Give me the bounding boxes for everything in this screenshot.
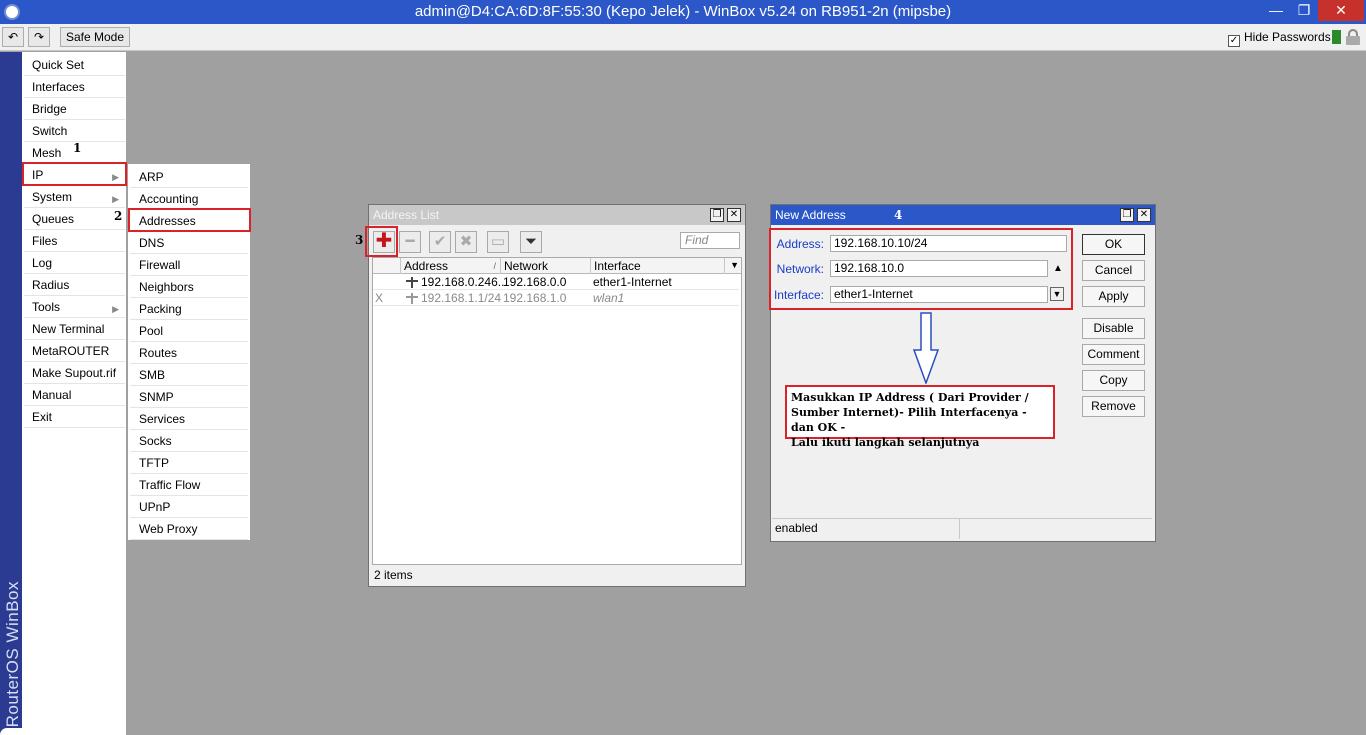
submenu-item-accounting[interactable]: Accounting — [130, 188, 248, 210]
filter-icon[interactable]: ⏷ — [520, 231, 542, 253]
address-list-title: Address List — [369, 205, 745, 225]
address-list-status: 2 items — [374, 568, 413, 582]
restore-icon[interactable]: ❐ — [710, 208, 724, 222]
step-4-label: 4 — [894, 208, 903, 222]
minimize-button[interactable]: — — [1262, 0, 1290, 21]
comment-button[interactable]: Comment — [1082, 344, 1145, 365]
step-2-label: 2 — [114, 209, 123, 223]
ok-button[interactable]: OK — [1082, 234, 1145, 255]
close-icon[interactable]: ✕ — [727, 208, 741, 222]
maximize-button[interactable]: ❐ — [1290, 0, 1318, 21]
submenu-item-dns[interactable]: DNS — [130, 232, 248, 254]
hide-passwords-toggle[interactable]: ✓ Hide Passwords — [1228, 30, 1331, 47]
main-toolbar: ↶ ↷ Safe Mode ✓ Hide Passwords — [0, 24, 1366, 51]
submenu-item-traffic-flow[interactable]: Traffic Flow — [130, 474, 248, 496]
menu-item-manual[interactable]: Manual — [24, 384, 125, 406]
step-1-label: 1 — [73, 141, 82, 155]
brand-strip: RouterOS WinBox — [0, 52, 22, 735]
submenu-item-addresses[interactable]: Addresses — [128, 208, 251, 232]
ip-submenu: ARP Accounting Addresses DNS Firewall Ne… — [127, 163, 251, 541]
address-table: Address / Network Interface ▼ 192.168.0.2… — [372, 257, 742, 565]
table-row[interactable]: X 192.168.1.1/24 192.168.1.0 wlan1 — [373, 291, 739, 306]
hide-passwords-checkbox[interactable]: ✓ — [1228, 35, 1240, 47]
menu-item-exit[interactable]: Exit — [24, 406, 125, 428]
menu-item-interfaces[interactable]: Interfaces — [24, 76, 125, 98]
menu-item-queues[interactable]: Queues — [24, 208, 125, 230]
table-header: Address / Network Interface ▼ — [373, 258, 741, 274]
menu-item-metarouter[interactable]: MetaROUTER — [24, 340, 125, 362]
window-titlebar: admin@D4:CA:6D:8F:55:30 (Kepo Jelek) - W… — [0, 0, 1366, 24]
submenu-item-snmp[interactable]: SNMP — [130, 386, 248, 408]
close-button[interactable]: ✕ — [1318, 0, 1364, 21]
menu-item-switch[interactable]: Switch — [24, 120, 125, 142]
table-row[interactable]: 192.168.0.246... 192.168.0.0 ether1-Inte… — [373, 275, 739, 290]
restore-icon[interactable]: ❐ — [1120, 208, 1134, 222]
menu-item-ip[interactable]: IP ▶ — [22, 162, 127, 186]
submenu-item-arp[interactable]: ARP — [130, 166, 248, 188]
dynamic-address-icon — [406, 277, 418, 288]
corner-decoration — [0, 728, 40, 735]
submenu-item-neighbors[interactable]: Neighbors — [130, 276, 248, 298]
menu-item-tools[interactable]: Tools ▶ — [24, 296, 125, 318]
form-highlight — [769, 228, 1073, 310]
apply-button[interactable]: Apply — [1082, 286, 1145, 307]
menu-item-system[interactable]: System ▶ — [24, 186, 125, 208]
submenu-arrow-icon: ▶ — [112, 194, 119, 204]
add-button-highlight — [365, 226, 398, 257]
new-address-title: New Address — [771, 205, 1155, 225]
submenu-item-services[interactable]: Services — [130, 408, 248, 430]
remove-icon[interactable]: ━ — [399, 231, 421, 253]
menu-item-radius[interactable]: Radius — [24, 274, 125, 296]
submenu-item-upnp[interactable]: UPnP — [130, 496, 248, 518]
submenu-item-tftp[interactable]: TFTP — [130, 452, 248, 474]
cancel-button[interactable]: Cancel — [1082, 260, 1145, 281]
disable-button[interactable]: Disable — [1082, 318, 1145, 339]
menu-item-files[interactable]: Files — [24, 230, 125, 252]
hide-passwords-label: Hide Passwords — [1244, 30, 1331, 44]
menu-item-quick-set[interactable]: Quick Set — [24, 54, 125, 76]
menu-item-make-supout[interactable]: Make Supout.rif — [24, 362, 125, 384]
column-network[interactable]: Network — [501, 258, 591, 274]
undo-button[interactable]: ↶ — [2, 27, 24, 47]
comment-icon[interactable]: ▭ — [487, 231, 509, 253]
step-3-label: 3 — [355, 233, 364, 247]
submenu-item-pool[interactable]: Pool — [130, 320, 248, 342]
column-interface[interactable]: Interface — [591, 258, 725, 274]
column-address[interactable]: Address / — [401, 258, 501, 274]
brand-text: RouterOS WinBox — [3, 580, 22, 727]
submenu-item-routes[interactable]: Routes — [130, 342, 248, 364]
submenu-item-firewall[interactable]: Firewall — [130, 254, 248, 276]
redo-button[interactable]: ↷ — [28, 27, 50, 47]
window-title: admin@D4:CA:6D:8F:55:30 (Kepo Jelek) - W… — [414, 3, 952, 20]
lock-icon — [1346, 29, 1360, 45]
submenu-item-smb[interactable]: SMB — [130, 364, 248, 386]
menu-item-log[interactable]: Log — [24, 252, 125, 274]
submenu-item-web-proxy[interactable]: Web Proxy — [130, 518, 248, 540]
safe-mode-button[interactable]: Safe Mode — [60, 27, 130, 47]
submenu-item-packing[interactable]: Packing — [130, 298, 248, 320]
enable-icon[interactable]: ✔ — [429, 231, 451, 253]
instruction-note: Masukkan IP Address ( Dari Provider / Su… — [785, 385, 1055, 449]
submenu-item-socks[interactable]: Socks — [130, 430, 248, 452]
column-dropdown-icon[interactable]: ▼ — [730, 260, 739, 270]
submenu-arrow-icon: ▶ — [112, 304, 119, 314]
sort-icon: / — [493, 261, 496, 271]
down-arrow-icon — [913, 312, 939, 384]
address-list-window: Address List ❐ ✕ ✚ ━ ✔ ✖ ▭ ⏷ Find Addres… — [368, 204, 746, 587]
submenu-arrow-icon: ▶ — [112, 172, 119, 182]
close-icon[interactable]: ✕ — [1137, 208, 1151, 222]
dynamic-address-icon — [406, 293, 418, 304]
copy-button[interactable]: Copy — [1082, 370, 1145, 391]
new-address-status-bar: enabled — [772, 518, 1152, 539]
connection-status-indicator — [1332, 30, 1341, 44]
find-input[interactable]: Find — [680, 232, 740, 249]
menu-item-bridge[interactable]: Bridge — [24, 98, 125, 120]
column-flag[interactable] — [373, 258, 401, 274]
disable-icon[interactable]: ✖ — [455, 231, 477, 253]
remove-button[interactable]: Remove — [1082, 396, 1145, 417]
menu-item-new-terminal[interactable]: New Terminal — [24, 318, 125, 340]
status-enabled: enabled — [772, 519, 960, 539]
